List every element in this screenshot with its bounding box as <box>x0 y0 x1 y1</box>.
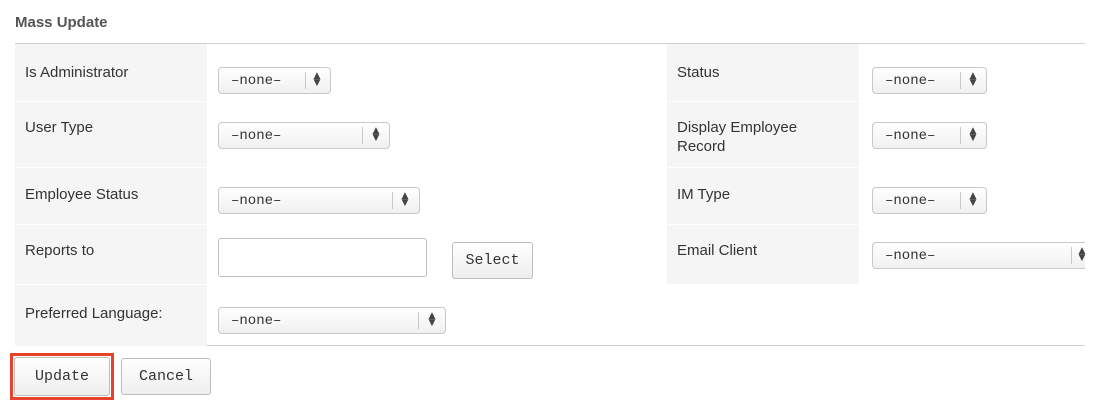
select-button[interactable]: Select <box>452 242 533 279</box>
label-cell: Employee Status <box>15 168 207 224</box>
select-divider <box>418 312 419 329</box>
select-divider <box>960 127 961 144</box>
email-client-label: Email Client <box>677 242 758 259</box>
display-employee-record-value: –none– <box>885 128 936 144</box>
reports-to-label: Reports to <box>25 242 95 259</box>
select-divider <box>392 192 393 209</box>
select-divider <box>960 192 961 209</box>
update-button[interactable]: Update <box>14 357 110 396</box>
up-down-arrows-icon: ▲ ▼ <box>372 126 380 143</box>
status-value: –none– <box>885 73 936 89</box>
display-employee-record-label-line2: Record <box>677 138 726 155</box>
is-administrator-value: –none– <box>231 73 282 89</box>
im-type-select[interactable]: –none– ▲ ▼ <box>872 187 987 214</box>
up-down-arrows-icon: ▲ ▼ <box>1078 246 1086 263</box>
select-divider <box>305 72 306 89</box>
is-administrator-select[interactable]: –none– ▲ ▼ <box>218 67 331 94</box>
label-cell: IM Type <box>667 168 859 224</box>
user-type-label: User Type <box>25 119 94 136</box>
label-cell: Display Employee Record <box>667 102 859 167</box>
label-cell: User Type <box>15 102 207 167</box>
employee-status-label: Employee Status <box>25 186 139 203</box>
select-divider <box>362 127 363 144</box>
cancel-button[interactable]: Cancel <box>121 358 211 395</box>
up-down-arrows-icon: ▲ ▼ <box>401 191 409 208</box>
up-down-arrows-icon: ▲ ▼ <box>969 126 977 143</box>
user-type-select[interactable]: –none– ▲ ▼ <box>218 122 390 149</box>
up-down-arrows-icon: ▲ ▼ <box>313 71 321 88</box>
employee-status-value: –none– <box>231 193 282 209</box>
email-client-value: –none– <box>885 248 936 264</box>
page-title: Mass Update <box>15 14 108 31</box>
mass-update-panel: Is Administrator –none– ▲ ▼ User Type –no… <box>15 43 1085 346</box>
im-type-label: IM Type <box>677 186 731 203</box>
display-employee-record-label-line1: Display Employee <box>677 119 798 136</box>
im-type-value: –none– <box>885 193 936 209</box>
up-down-arrows-icon: ▲ ▼ <box>969 191 977 208</box>
label-cell: Preferred Language: <box>15 285 207 346</box>
select-divider <box>1071 247 1072 264</box>
mass-update-page: Mass Update Is Administrator –none– ▲ ▼ U… <box>0 0 1099 401</box>
up-down-arrows-icon: ▲ ▼ <box>969 71 977 88</box>
label-cell: Is Administrator <box>15 44 207 101</box>
status-label: Status <box>677 64 720 81</box>
status-select[interactable]: –none– ▲ ▼ <box>872 67 987 94</box>
select-divider <box>960 72 961 89</box>
up-down-arrows-icon: ▲ ▼ <box>428 311 436 328</box>
preferred-language-label: Preferred Language: <box>25 305 163 322</box>
email-client-select[interactable]: –none– ▲ ▼ <box>872 242 1085 269</box>
reports-to-input[interactable] <box>218 238 427 277</box>
is-administrator-label: Is Administrator <box>25 64 129 81</box>
label-cell: Email Client <box>667 225 859 284</box>
label-cell: Status <box>667 44 859 101</box>
label-cell: Reports to <box>15 225 207 284</box>
employee-status-select[interactable]: –none– ▲ ▼ <box>218 187 420 214</box>
user-type-value: –none– <box>231 128 282 144</box>
preferred-language-value: –none– <box>231 313 282 329</box>
display-employee-record-select[interactable]: –none– ▲ ▼ <box>872 122 987 149</box>
preferred-language-select[interactable]: –none– ▲ ▼ <box>218 307 446 334</box>
